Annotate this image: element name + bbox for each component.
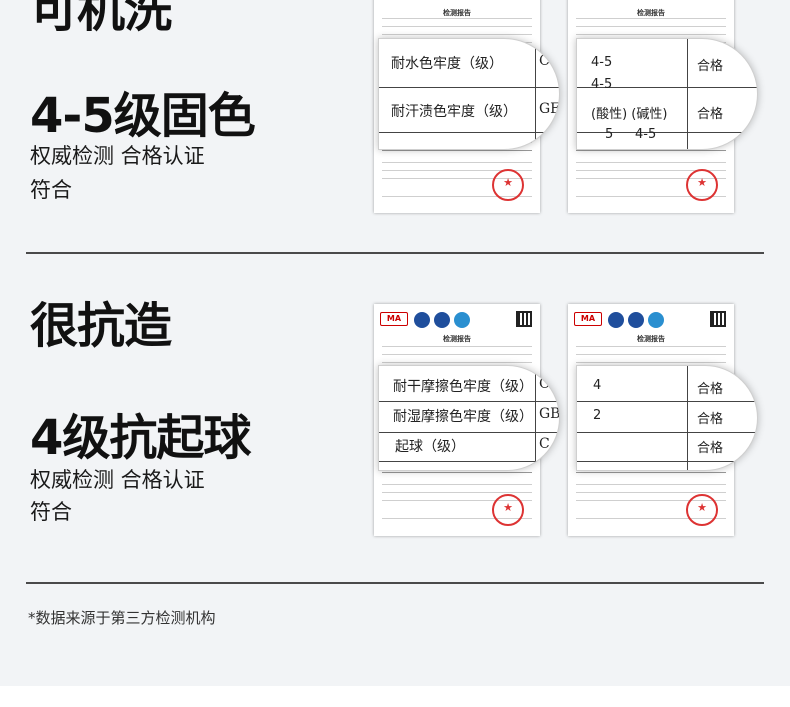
approval-stamp <box>492 169 524 201</box>
clip-text: GE <box>539 101 560 117</box>
data-source-footnote: *数据来源于第三方检测机构 <box>28 609 216 627</box>
clip-text: C <box>539 53 550 69</box>
report-title: 检测报告 <box>443 9 471 17</box>
label-dry-rub-fastness: 耐干摩擦色牢度（级） <box>393 379 533 395</box>
cert-logo-icon <box>648 312 664 328</box>
zoom-callout-left: 耐水色牢度（级） 耐汗渍色牢度（级） C GE <box>378 38 560 150</box>
qr-code-icon <box>516 311 532 327</box>
label-wet-rub-fastness: 耐湿摩擦色牢度（级） <box>393 409 533 425</box>
cnas-logo-icon <box>434 312 450 328</box>
value-wet-rub: 2 <box>593 408 602 423</box>
label-water-fastness: 耐水色牢度（级） <box>391 56 503 72</box>
clip-text: C <box>539 436 550 452</box>
value-alkaline: 4-5 <box>635 127 657 142</box>
approval-stamp <box>686 494 718 526</box>
report-title: 检测报告 <box>637 9 665 17</box>
cert-logo-icon <box>454 312 470 328</box>
section-divider <box>26 582 764 584</box>
subtitle-certified: 权威检测 合格认证 <box>30 468 205 492</box>
value-water-fastness-2: 4-5 <box>591 77 613 92</box>
value-acid: 5 <box>605 127 614 142</box>
page: 可机洗 4-5级固色 权威检测 合格认证 符合 检测报告 检测报告 <box>0 0 790 686</box>
approval-stamp <box>492 494 524 526</box>
label-pilling: 起球（级） <box>395 439 465 455</box>
ilac-logo-icon <box>414 312 430 328</box>
cert-logos: MA <box>574 312 728 332</box>
zoom-callout-left: 耐干摩擦色牢度（级） 耐湿摩擦色牢度（级） 起球（级） C GB C <box>378 365 560 471</box>
zoom-callout-right: 4-5 4-5 合格 (酸性) (碱性) 合格 5 4-5 <box>576 38 758 150</box>
clip-text: GB <box>539 406 560 422</box>
status-pass: 合格 <box>697 412 724 427</box>
cnas-logo-icon <box>628 312 644 328</box>
zoom-callout-right: 4 合格 2 合格 合格 <box>576 365 758 471</box>
report-title: 检测报告 <box>637 335 665 343</box>
subtitle-compliant: 符合 <box>30 500 72 524</box>
qr-code-icon <box>710 311 726 327</box>
status-pass: 合格 <box>697 59 724 74</box>
clip-text: C <box>539 376 550 392</box>
subtitle-certified: 权威检测 合格认证 <box>30 144 205 168</box>
headline-anti-pilling: 4级抗起球 <box>30 410 251 466</box>
ma-logo: MA <box>380 312 408 326</box>
headline-durable: 很抗造 <box>30 298 172 354</box>
report-title: 检测报告 <box>443 335 471 343</box>
cert-logos: MA <box>380 312 534 332</box>
status-pass: 合格 <box>697 107 724 122</box>
subtitle-compliant: 符合 <box>30 178 72 202</box>
section-divider <box>26 252 764 254</box>
approval-stamp <box>686 169 718 201</box>
headline-partial: 可机洗 <box>30 0 172 38</box>
headline-color-fastness: 4-5级固色 <box>30 88 256 144</box>
value-water-fastness-1: 4-5 <box>591 55 613 70</box>
ma-logo: MA <box>574 312 602 326</box>
ilac-logo-icon <box>608 312 624 328</box>
value-acid-alkaline: (酸性) (碱性) <box>591 107 668 122</box>
value-dry-rub: 4 <box>593 378 602 393</box>
status-pass: 合格 <box>697 441 724 456</box>
label-sweat-fastness: 耐汗渍色牢度（级） <box>391 104 517 120</box>
status-pass: 合格 <box>697 382 724 397</box>
